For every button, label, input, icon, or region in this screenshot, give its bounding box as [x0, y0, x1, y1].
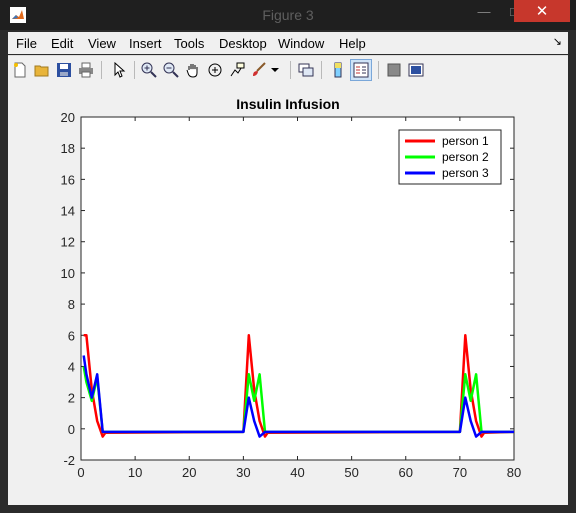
dock-arrow-icon[interactable]: ↘: [553, 35, 562, 48]
close-button[interactable]: ✕: [514, 0, 570, 22]
show-plot-tools-icon[interactable]: [406, 60, 426, 80]
y-tick-label: 16: [61, 172, 75, 187]
x-tick-label: 70: [453, 465, 467, 480]
menu-insert[interactable]: Insert: [129, 36, 162, 51]
x-tick-label: 40: [290, 465, 304, 480]
hide-plot-tools-icon[interactable]: [384, 60, 404, 80]
toolbar-separator: [321, 61, 322, 79]
y-tick-label: 8: [68, 297, 75, 312]
y-tick-label: 0: [68, 422, 75, 437]
y-tick-label: 6: [68, 328, 75, 343]
open-file-icon[interactable]: [32, 60, 52, 80]
y-tick-label: 10: [61, 266, 75, 281]
menu-window[interactable]: Window: [278, 36, 324, 51]
y-tick-label: 18: [61, 141, 75, 156]
toolbar-separator: [378, 61, 379, 79]
menu-help[interactable]: Help: [339, 36, 366, 51]
save-icon[interactable]: [54, 60, 74, 80]
menu-edit[interactable]: Edit: [51, 36, 73, 51]
x-tick-label: 20: [182, 465, 196, 480]
pan-icon[interactable]: [183, 60, 203, 80]
colorbar-icon[interactable]: [328, 60, 348, 80]
x-tick-label: 50: [344, 465, 358, 480]
x-tick-label: 0: [77, 465, 84, 480]
legend-icon[interactable]: [350, 59, 372, 81]
figure-window: Figure 3 — □ ✕ File Edit View Insert Too…: [0, 0, 576, 513]
toolbar-separator: [101, 61, 102, 79]
x-tick-label: 30: [236, 465, 250, 480]
y-tick-label: 4: [68, 359, 75, 374]
y-tick-label: -2: [63, 453, 75, 468]
print-icon[interactable]: [76, 60, 96, 80]
title-bar: Figure 3 — □ ✕: [0, 0, 576, 30]
legend-label: person 2: [442, 150, 489, 164]
x-tick-label: 80: [507, 465, 521, 480]
minimize-button[interactable]: —: [470, 0, 498, 22]
brush-icon[interactable]: [249, 60, 269, 80]
toolbar-separator: [290, 61, 291, 79]
menu-view[interactable]: View: [88, 36, 116, 51]
brush-dropdown-icon[interactable]: [270, 60, 280, 80]
rotate-3d-icon[interactable]: [205, 60, 225, 80]
pointer-icon[interactable]: [109, 60, 129, 80]
zoom-out-icon[interactable]: [161, 60, 181, 80]
y-tick-label: 20: [61, 110, 75, 125]
y-tick-label: 2: [68, 391, 75, 406]
toolbar-separator: [134, 61, 135, 79]
legend-label: person 1: [442, 134, 489, 148]
x-tick-label: 10: [128, 465, 142, 480]
menu-tools[interactable]: Tools: [174, 36, 204, 51]
menu-bar: File Edit View Insert Tools Desktop Wind…: [8, 32, 568, 54]
line-chart[interactable]: 0 10 20 30 40 50 60 70 80-202468101214161820pers…: [8, 84, 568, 505]
menu-file[interactable]: File: [16, 36, 37, 51]
figure-toolbar: [8, 55, 568, 85]
legend-label: person 3: [442, 166, 489, 180]
new-figure-icon[interactable]: [10, 60, 30, 80]
y-tick-label: 14: [61, 204, 75, 219]
menu-desktop[interactable]: Desktop: [219, 36, 267, 51]
link-plot-icon[interactable]: [296, 60, 316, 80]
figure-canvas: Insulin Infusion 0 10 20 30 40 50 60 70 80 -2 0 2 4 6…: [8, 84, 568, 505]
data-cursor-icon[interactable]: [227, 60, 247, 80]
y-tick-label: 12: [61, 235, 75, 250]
zoom-in-icon[interactable]: [139, 60, 159, 80]
x-tick-label: 60: [399, 465, 413, 480]
